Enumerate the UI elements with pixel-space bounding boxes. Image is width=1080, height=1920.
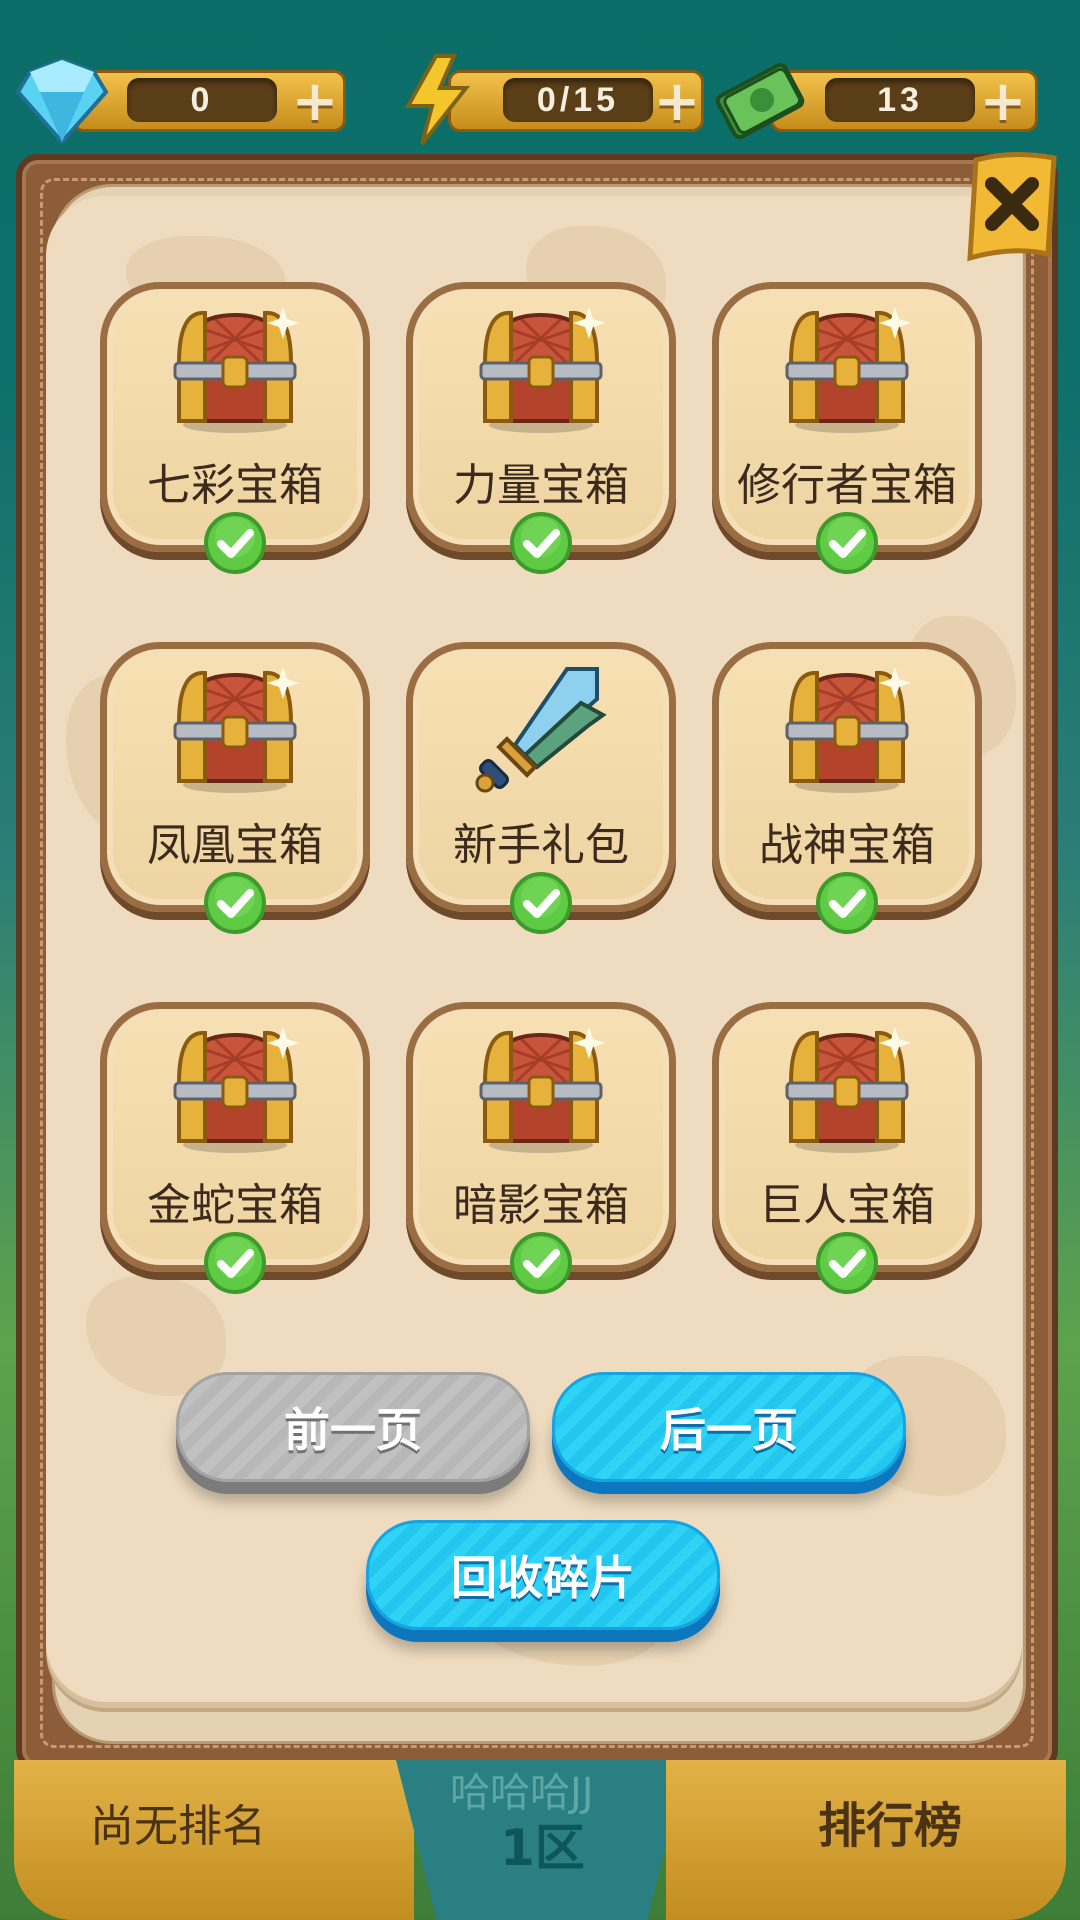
claimed-check-icon bbox=[509, 511, 573, 575]
claimed-check-icon bbox=[815, 511, 879, 575]
claimed-check-icon bbox=[203, 1231, 267, 1295]
reward-card[interactable]: 修行者宝箱 bbox=[712, 282, 982, 574]
cash-value: 13 bbox=[825, 78, 975, 122]
next-page-button[interactable]: 后一页 bbox=[552, 1372, 906, 1482]
reward-card[interactable]: 暗影宝箱 bbox=[406, 1002, 676, 1294]
claimed-check-icon bbox=[509, 1231, 573, 1295]
reward-card[interactable]: 力量宝箱 bbox=[406, 282, 676, 574]
treasure-chest-icon bbox=[777, 1023, 917, 1155]
reward-label: 七彩宝箱 bbox=[147, 460, 323, 511]
reward-label: 金蛇宝箱 bbox=[147, 1180, 323, 1231]
bottom-bar: 尚无排名 哈哈哈JJ 1区 排行榜 bbox=[0, 1760, 1080, 1920]
reward-card[interactable]: 凤凰宝箱 bbox=[100, 642, 370, 934]
reward-card[interactable]: 新手礼包 bbox=[406, 642, 676, 934]
add-cash-button[interactable]: + bbox=[978, 69, 1028, 134]
close-button[interactable] bbox=[962, 150, 1062, 268]
energy-value: 0/15 bbox=[503, 78, 653, 122]
prev-page-button[interactable]: 前一页 bbox=[176, 1372, 530, 1482]
reward-label: 暗影宝箱 bbox=[453, 1180, 629, 1231]
reward-card[interactable]: 战神宝箱 bbox=[712, 642, 982, 934]
energy-counter: 0/15 + bbox=[388, 54, 704, 146]
resource-bar: 0 + 0/15 + 13 + bbox=[0, 0, 1080, 150]
reward-card[interactable]: 金蛇宝箱 bbox=[100, 1002, 370, 1294]
treasure-chest-icon bbox=[471, 303, 611, 435]
claimed-check-icon bbox=[815, 1231, 879, 1295]
treasure-chest-icon bbox=[471, 1023, 611, 1155]
diamond-icon bbox=[15, 57, 109, 146]
reward-label: 凤凰宝箱 bbox=[147, 820, 323, 871]
treasure-chest-icon bbox=[165, 1023, 305, 1155]
reward-label: 力量宝箱 bbox=[453, 460, 629, 511]
reward-card[interactable]: 巨人宝箱 bbox=[712, 1002, 982, 1294]
add-diamond-button[interactable]: + bbox=[290, 69, 340, 134]
claimed-check-icon bbox=[203, 871, 267, 935]
claimed-check-icon bbox=[203, 511, 267, 575]
reward-card[interactable]: 七彩宝箱 bbox=[100, 282, 370, 574]
diamond-counter: 0 + bbox=[12, 57, 346, 146]
reward-label: 新手礼包 bbox=[453, 820, 629, 871]
rank-label: 尚无排名 bbox=[90, 1801, 266, 1852]
cash-counter: 13 + bbox=[710, 62, 1040, 140]
reward-label: 巨人宝箱 bbox=[759, 1180, 935, 1231]
treasure-chest-icon bbox=[777, 663, 917, 795]
reward-label: 修行者宝箱 bbox=[737, 460, 957, 511]
diamond-value: 0 bbox=[127, 78, 277, 122]
treasure-chest-icon bbox=[777, 303, 917, 435]
server-zone: 1区 bbox=[500, 1819, 585, 1877]
recycle-fragments-button[interactable]: 回收碎片 bbox=[366, 1520, 720, 1630]
treasure-chest-icon bbox=[165, 303, 305, 435]
cash-icon bbox=[715, 62, 805, 140]
treasure-chest-icon bbox=[165, 663, 305, 795]
energy-icon bbox=[404, 54, 471, 146]
claimed-check-icon bbox=[815, 871, 879, 935]
claimed-check-icon bbox=[509, 871, 573, 935]
reward-label: 战神宝箱 bbox=[759, 820, 935, 871]
leaderboard-button[interactable]: 排行榜 bbox=[818, 1786, 962, 1856]
swords-icon bbox=[471, 663, 611, 795]
add-energy-button[interactable]: + bbox=[652, 69, 702, 134]
